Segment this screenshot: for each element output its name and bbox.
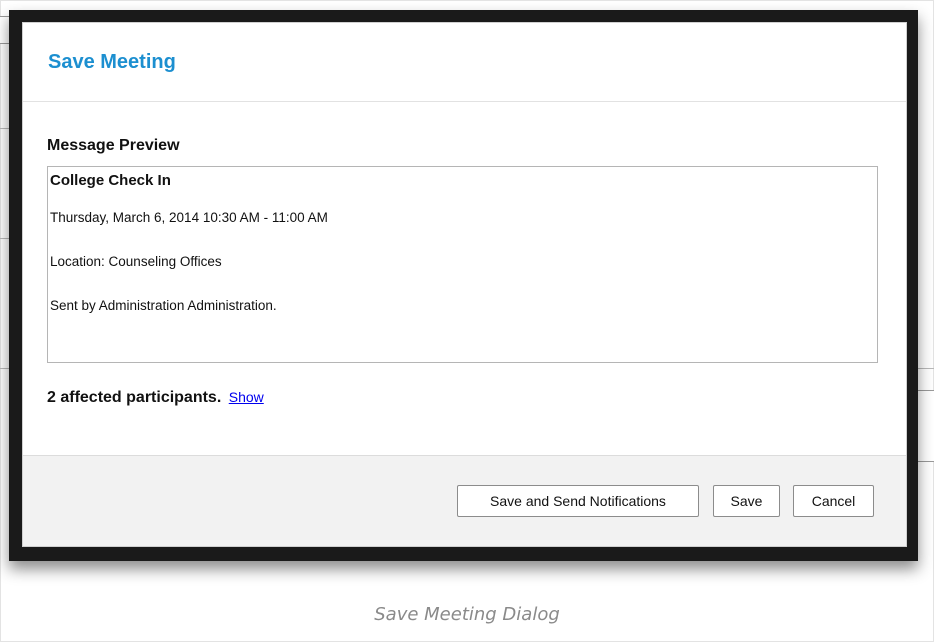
preview-location-line: Location: Counseling Offices [50, 254, 222, 269]
show-participants-link[interactable]: Show [229, 389, 264, 405]
dialog-title: Save Meeting [48, 51, 176, 73]
dialog-footer: Save and Send Notifications Save Cancel [23, 455, 906, 546]
save-button[interactable]: Save [713, 485, 780, 517]
save-meeting-dialog: Save Meeting Message Preview College Che… [22, 22, 907, 547]
affected-participants-count: 2 affected participants. [47, 389, 222, 406]
preview-sender-line: Sent by Administration Administration. [50, 298, 277, 313]
message-preview-label: Message Preview [47, 137, 180, 154]
save-and-send-notifications-button[interactable]: Save and Send Notifications [457, 485, 699, 517]
preview-subject: College Check In [50, 172, 171, 189]
message-preview-box[interactable]: College Check In Thursday, March 6, 2014… [47, 166, 878, 363]
image-caption: Save Meeting Dialog [374, 604, 560, 625]
dialog-header: Save Meeting [23, 23, 906, 102]
affected-participants-row: 2 affected participants. Show [47, 389, 264, 407]
cancel-button[interactable]: Cancel [793, 485, 874, 517]
preview-date-line: Thursday, March 6, 2014 10:30 AM - 11:00… [50, 210, 328, 225]
